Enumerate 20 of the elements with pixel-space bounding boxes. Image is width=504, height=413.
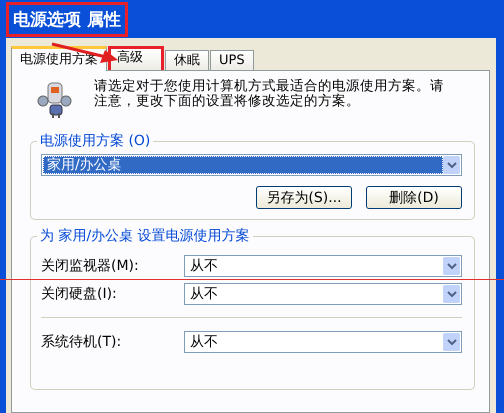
chevron-down-icon — [446, 161, 456, 169]
chevron-down-icon — [446, 262, 456, 270]
dropdown[interactable]: 从不 — [184, 255, 462, 277]
tab[interactable]: UPS — [210, 50, 254, 70]
setting-label: 系统待机(T): — [41, 333, 122, 351]
tab[interactable]: 高级 — [108, 46, 164, 70]
tab[interactable]: 休眠 — [165, 50, 209, 70]
setting-label: 关闭监视器(M): — [41, 257, 140, 275]
dropdown[interactable]: 家用/办公桌 — [41, 154, 462, 176]
chevron-down-icon — [446, 338, 456, 346]
group-title: 为 家用/办公桌 设置电源使用方案 — [37, 227, 253, 245]
button[interactable]: 删除(D) — [366, 186, 462, 209]
group-title: 电源使用方案 (O) — [37, 132, 154, 150]
dropdown[interactable]: 从不 — [184, 331, 462, 353]
setting-label: 关闭硬盘(I): — [41, 285, 118, 303]
description-text: 请选定对于您使用计算机方式最适合的电源使用方案。请注意，更改下面的设置将修改选定的方案。 — [94, 79, 445, 109]
button[interactable]: 另存为(S)... — [256, 186, 352, 209]
window-title: 电源选项 属性 — [6, 2, 128, 36]
chevron-down-icon — [446, 290, 456, 298]
dropdown[interactable]: 从不 — [184, 283, 462, 305]
